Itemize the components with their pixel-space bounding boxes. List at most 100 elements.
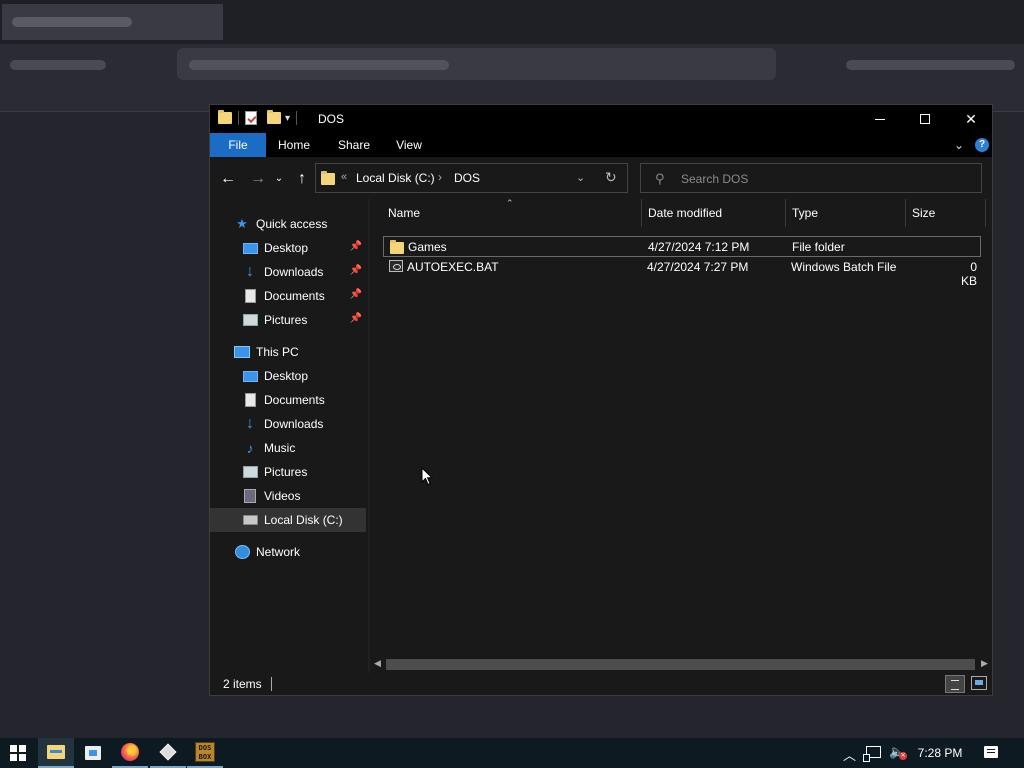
navigation-pane: ★ Quick access Desktop 📌 ↓ Downloads 📌 D…	[210, 199, 368, 679]
nav-pc-pictures[interactable]: Pictures	[210, 460, 366, 484]
pin-icon[interactable]: 📌	[350, 313, 362, 324]
quick-access-toolbar: ▾	[218, 110, 299, 125]
large-icons-view-icon[interactable]	[971, 676, 987, 690]
scroll-left-icon[interactable]: ◀	[374, 658, 381, 669]
up-arrow-icon[interactable]: ↑	[292, 169, 312, 189]
action-center-icon[interactable]	[984, 746, 998, 758]
file-type: Windows Batch File	[791, 260, 897, 274]
customize-toolbar-dropdown-icon[interactable]: ▾	[285, 113, 290, 124]
column-header-type[interactable]: Type	[786, 199, 906, 227]
scroll-thumb[interactable]	[386, 659, 975, 670]
this-pc-icon	[234, 346, 250, 358]
nav-label: Desktop	[264, 241, 309, 255]
file-name: AUTOEXEC.BAT	[407, 260, 499, 274]
file-row-autoexec[interactable]: AUTOEXEC.BAT 4/27/2024 7:27 PM Windows B…	[383, 257, 981, 288]
mouse-cursor-icon	[421, 467, 433, 486]
documents-icon	[244, 289, 256, 303]
store-icon	[85, 746, 101, 760]
maximize-icon	[920, 114, 930, 124]
pin-icon[interactable]: 📌	[350, 241, 362, 252]
divider	[296, 111, 298, 125]
local-disk-icon	[242, 515, 258, 525]
nav-this-pc[interactable]: This PC	[210, 340, 366, 364]
search-input[interactable]: Search DOS	[681, 172, 748, 186]
network-status-icon[interactable]	[863, 746, 881, 762]
tab-home[interactable]: Home	[272, 133, 316, 157]
new-folder-icon[interactable]	[267, 110, 281, 124]
address-bar[interactable]: « Local Disk (C:) › DOS ⌄ ↻	[315, 163, 628, 193]
overflow-chevron-icon[interactable]: «	[341, 171, 347, 183]
forward-arrow-icon[interactable]: →	[248, 169, 268, 189]
window-title: DOS	[318, 112, 345, 126]
nav-label: Videos	[264, 489, 301, 503]
nav-qa-desktop[interactable]: Desktop 📌	[210, 236, 366, 260]
taskbar-dosbox[interactable]: DOS BOX	[187, 738, 223, 768]
status-bar: 2 items	[210, 673, 992, 695]
taskbar: DOS BOX ︿ 🔈 ✕ 7:28 PM	[0, 738, 1024, 768]
nav-qa-pictures[interactable]: Pictures 📌	[210, 308, 366, 332]
tab-share[interactable]: Share	[332, 133, 376, 157]
muted-badge-icon: ✕	[899, 752, 907, 760]
file-date: 4/27/2024 7:12 PM	[648, 240, 750, 254]
pin-icon[interactable]: 📌	[350, 265, 362, 276]
file-type: File folder	[792, 240, 845, 254]
maximize-button[interactable]	[902, 105, 948, 133]
minimize-button[interactable]	[857, 105, 903, 133]
search-box[interactable]: ⚲ Search DOS	[640, 163, 982, 193]
nav-label: Quick access	[256, 217, 328, 231]
file-size: 0 KB	[960, 260, 977, 288]
address-dropdown-icon[interactable]: ⌄	[576, 171, 585, 184]
nav-label: Documents	[264, 393, 325, 407]
dosbox-icon: DOS BOX	[195, 742, 215, 762]
nav-qa-documents[interactable]: Documents 📌	[210, 284, 366, 308]
nav-quick-access[interactable]: ★ Quick access	[210, 212, 366, 236]
breadcrumb-separator-icon[interactable]: ›	[438, 170, 442, 184]
taskbar-file-explorer[interactable]	[38, 738, 74, 768]
tab-file[interactable]: File	[210, 133, 266, 157]
nav-qa-downloads[interactable]: ↓ Downloads 📌	[210, 260, 366, 284]
downloads-icon: ↓	[246, 415, 254, 432]
nav-pc-local-disk[interactable]: Local Disk (C:)	[210, 508, 366, 532]
expand-ribbon-icon[interactable]: ⌄	[954, 138, 964, 152]
title-bar[interactable]: ▾ DOS ✕	[210, 105, 992, 133]
background-tab[interactable]	[2, 4, 223, 40]
file-row-games[interactable]: Games 4/27/2024 7:12 PM File folder	[383, 236, 981, 257]
show-hidden-icons-chevron-icon[interactable]: ︿	[843, 745, 856, 764]
recent-locations-chevron-icon[interactable]: ⌄	[272, 169, 286, 189]
horizontal-scrollbar[interactable]: ◀ ▶	[370, 656, 992, 673]
background-placeholder	[10, 60, 106, 70]
nav-label: This PC	[256, 345, 299, 359]
taskbar-store[interactable]	[75, 738, 111, 768]
nav-pc-music[interactable]: ♪ Music	[210, 436, 366, 460]
nav-network[interactable]: Network	[210, 540, 366, 564]
taskbar-firefox[interactable]	[112, 738, 148, 768]
nav-label: Network	[256, 545, 301, 559]
properties-icon[interactable]	[245, 111, 257, 125]
column-header-date-modified[interactable]: Date modified	[642, 199, 786, 227]
background-address-bar[interactable]	[177, 48, 776, 80]
nav-pc-downloads[interactable]: ↓ Downloads	[210, 412, 366, 436]
background-placeholder	[846, 60, 1015, 70]
close-button[interactable]: ✕	[948, 105, 994, 133]
back-arrow-icon[interactable]: ←	[218, 169, 238, 189]
help-icon[interactable]: ?	[975, 138, 989, 152]
breadcrumb-local-disk[interactable]: Local Disk (C:)	[356, 171, 435, 185]
pictures-icon	[242, 466, 258, 478]
scroll-right-icon[interactable]: ▶	[981, 658, 988, 669]
file-date: 4/27/2024 7:27 PM	[647, 260, 749, 274]
nav-pc-videos[interactable]: Videos	[210, 484, 366, 508]
breadcrumb-dos[interactable]: DOS	[454, 171, 480, 185]
tab-view[interactable]: View	[390, 133, 428, 157]
nav-label: Pictures	[264, 465, 308, 479]
refresh-icon[interactable]: ↻	[605, 169, 617, 186]
nav-pc-documents[interactable]: Documents	[210, 388, 366, 412]
clock[interactable]: 7:28 PM	[912, 738, 968, 768]
details-view-icon[interactable]	[945, 675, 965, 693]
taskbar-virtualbox[interactable]	[150, 738, 186, 768]
column-header-name[interactable]: Name	[382, 199, 642, 227]
nav-pc-desktop[interactable]: Desktop	[210, 364, 366, 388]
start-button[interactable]	[0, 738, 36, 768]
column-header-size[interactable]: Size	[906, 199, 986, 227]
pin-icon[interactable]: 📌	[350, 289, 362, 300]
background-window-tabstrip	[0, 0, 1024, 44]
